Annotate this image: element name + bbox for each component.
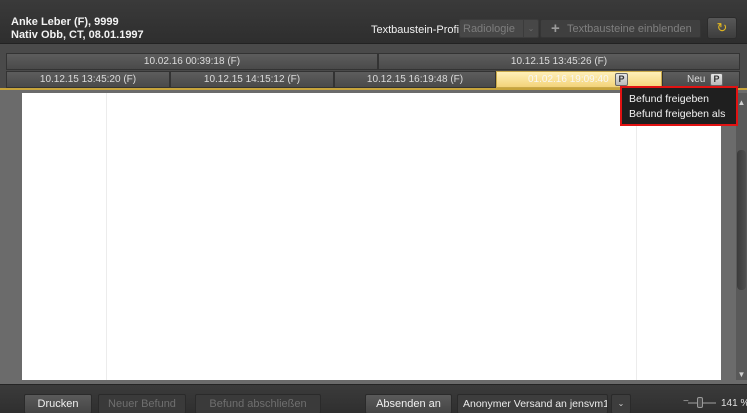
- print-button[interactable]: Drucken: [24, 394, 92, 413]
- chevron-down-icon[interactable]: ⌄: [611, 394, 631, 413]
- send-to-button[interactable]: Absenden an: [365, 394, 452, 413]
- tab-label: 10.12.15 14:15:12 (F): [203, 74, 301, 85]
- tab-new-p-badge[interactable]: P: [710, 73, 723, 86]
- tab-p-badge[interactable]: P: [615, 73, 628, 86]
- release-context-menu: Befund freigeben Befund freigeben als: [620, 86, 738, 126]
- tab-report-4[interactable]: 10.12.15 14:15:12 (F): [170, 71, 334, 88]
- textbausteine-button-label: Textbausteine einblenden: [567, 23, 692, 35]
- refresh-button[interactable]: ↻: [707, 17, 737, 39]
- profile-select-value: Radiologie: [463, 23, 515, 35]
- tab-label: Neu: [687, 74, 706, 85]
- tab-label: 10.12.15 13:45:26 (F): [510, 56, 608, 67]
- margin-line-right: [636, 93, 637, 380]
- plus-icon: +: [551, 20, 560, 37]
- scroll-down-icon[interactable]: ▼: [736, 370, 747, 379]
- patient-name: Anke Leber (F), 9999: [11, 16, 119, 28]
- refresh-icon: ↻: [716, 20, 728, 35]
- menu-item-befund-freigeben[interactable]: Befund freigeben: [629, 93, 709, 105]
- new-report-button[interactable]: Neuer Befund: [98, 394, 186, 413]
- tab-label: 01.02.16 19:09:40: [528, 74, 609, 85]
- tab-report-1[interactable]: 10.02.16 00:39:18 (F): [6, 53, 378, 70]
- zoom-value: 141 %: [721, 398, 747, 409]
- tab-report-5[interactable]: 10.12.15 16:19:48 (F): [334, 71, 496, 88]
- zoom-slider-handle[interactable]: [697, 397, 703, 408]
- margin-line-left: [106, 93, 107, 380]
- scrollbar-thumb[interactable]: [737, 150, 746, 290]
- tab-label: 10.02.16 00:39:18 (F): [143, 56, 241, 67]
- menu-item-befund-freigeben-als[interactable]: Befund freigeben als: [629, 108, 725, 120]
- finish-report-button[interactable]: Befund abschließen: [195, 394, 321, 413]
- recipient-select[interactable]: Anonymer Versand an jensvm1: [457, 394, 608, 413]
- profile-label: Textbaustein-Profil: [371, 24, 462, 36]
- tab-label: 10.12.15 13:45:20 (F): [39, 74, 137, 85]
- tab-report-2[interactable]: 10.12.15 13:45:26 (F): [378, 53, 740, 70]
- chevron-down-icon[interactable]: ⌄: [523, 20, 538, 37]
- textbausteine-button[interactable]: + Textbausteine einblenden: [540, 19, 701, 38]
- tab-label: 10.12.15 16:19:48 (F): [366, 74, 464, 85]
- tab-report-3[interactable]: 10.12.15 13:45:20 (F): [6, 71, 170, 88]
- report-editor[interactable]: [22, 93, 721, 380]
- profile-select[interactable]: Radiologie ⌄: [459, 19, 539, 38]
- study-info: Nativ Obb, CT, 08.01.1997: [11, 29, 144, 41]
